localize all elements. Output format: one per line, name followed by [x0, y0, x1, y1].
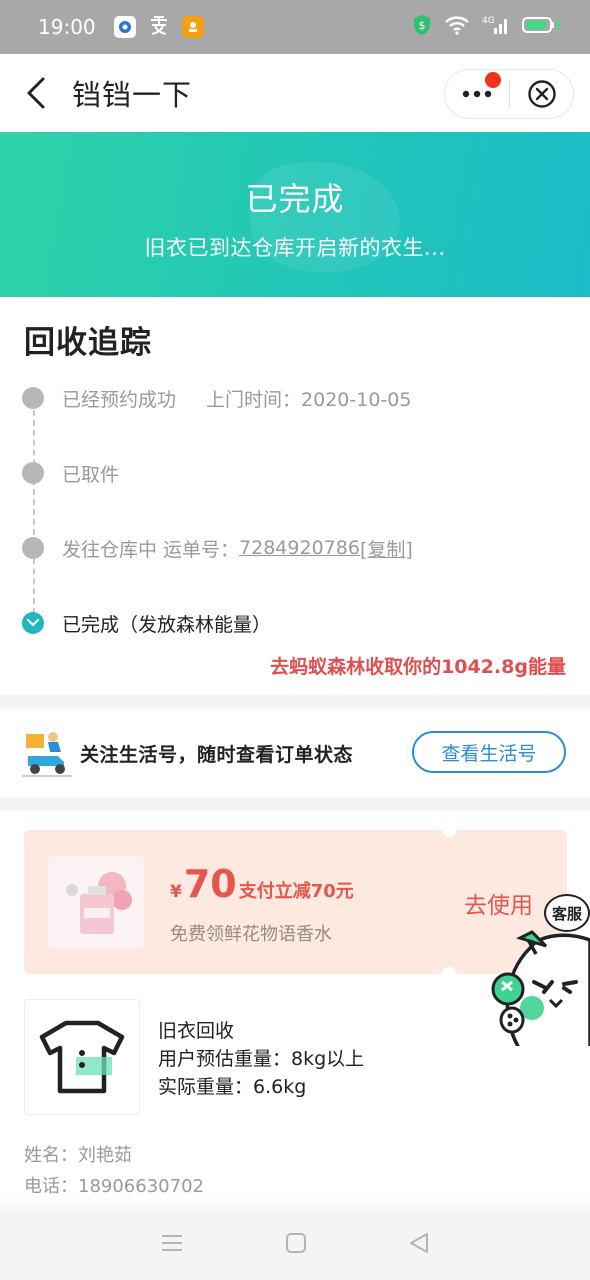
status-time: 19:00	[38, 15, 96, 39]
step-label: 已经预约成功	[62, 388, 177, 411]
title-bar: 铛铛一下	[0, 54, 590, 132]
view-life-account-button[interactable]: 查看生活号	[412, 731, 566, 773]
more-button[interactable]	[445, 70, 509, 118]
triangle-back-icon	[409, 1233, 428, 1253]
product-name: 旧衣回收	[158, 1020, 235, 1042]
coupon-notch	[442, 967, 456, 981]
customer-name: 姓名：刘艳茹	[24, 1145, 132, 1166]
actual-weight: 实际重量：6.6kg	[158, 1076, 307, 1098]
perfume-image	[48, 856, 144, 948]
forest-energy-link[interactable]: 去蚂蚁森林收取你的1042.8g能量	[270, 652, 566, 679]
coupon-notch	[442, 823, 456, 837]
step-label: 已取件	[62, 463, 120, 486]
waybill-number: 7284920786	[239, 537, 360, 559]
coupon-amount: 70	[183, 862, 237, 906]
coupon-card[interactable]: ¥ 70 支付立减70元 免费领鲜花物语香水 去使用	[24, 823, 567, 981]
svg-text:$: $	[419, 19, 426, 32]
clothes-image	[24, 999, 140, 1115]
timeline-step: 已取件	[22, 458, 119, 488]
taobao-notification-icon	[181, 16, 204, 38]
tracking-heading: 回收追踪	[24, 325, 152, 361]
menu-lines-icon	[162, 1235, 183, 1251]
cellular-signal-icon: 4G	[482, 14, 510, 40]
page-title: 铛铛一下	[72, 78, 193, 112]
system-navigation-bar	[0, 1210, 590, 1280]
back-button[interactable]	[6, 54, 66, 132]
shield-icon: $	[412, 13, 432, 41]
alipay-notification-icon	[148, 14, 170, 40]
status-banner: 已完成 旧衣已到达仓库开启新的衣生...	[0, 132, 590, 297]
more-dots-icon	[462, 90, 492, 98]
system-status-icons: $ 4G	[412, 13, 562, 41]
red-dot-badge	[485, 72, 501, 88]
coupon-subtitle: 免费领鲜花物语香水	[170, 924, 332, 945]
banner-subtitle: 旧衣已到达仓库开启新的衣生...	[144, 236, 446, 260]
square-icon	[285, 1233, 306, 1253]
chevron-left-icon	[27, 77, 45, 109]
currency-symbol: ¥	[170, 882, 182, 902]
step-dot-complete	[22, 612, 44, 634]
status-bar: 19:00 $ 4G	[0, 0, 590, 54]
banner-title: 已完成	[245, 180, 345, 218]
timeline-step: 已经预约成功 上门时间：2020-10-05	[22, 383, 411, 413]
step-dot	[22, 387, 44, 409]
estimated-weight: 用户预估重量：8kg以上	[158, 1048, 365, 1070]
app-notification-icon	[113, 16, 136, 38]
wifi-icon	[444, 15, 470, 39]
tshirt-icon	[39, 1020, 125, 1094]
close-circle-icon	[527, 80, 556, 108]
svg-text:4G: 4G	[482, 16, 495, 26]
mini-program-capsule	[444, 69, 574, 119]
visit-time: 上门时间：2020-10-05	[206, 388, 412, 411]
delivery-scooter-icon	[22, 732, 72, 777]
coupon-description: 支付立减70元	[238, 881, 354, 902]
follow-text: 关注生活号，随时查看订单状态	[80, 743, 354, 766]
customer-phone: 电话：18906630702	[24, 1176, 204, 1197]
step-label: 已完成（发放森林能量）	[62, 613, 272, 636]
step-label: 发往仓库中 运单号：	[62, 538, 240, 561]
system-back-button[interactable]	[408, 1231, 430, 1259]
close-button[interactable]	[510, 70, 573, 118]
step-dot	[22, 537, 44, 559]
step-dot	[22, 462, 44, 484]
notification-icons	[113, 14, 204, 40]
home-button[interactable]	[285, 1232, 307, 1258]
timeline-line	[33, 400, 35, 624]
battery-icon	[522, 15, 562, 39]
follow-card: 关注生活号，随时查看订单状态 查看生活号	[0, 709, 590, 797]
coupon-amount-row: ¥ 70 支付立减70元	[170, 864, 354, 904]
timeline-step-current: 已完成（发放森林能量）	[22, 608, 271, 638]
customer-service-label[interactable]: 客服	[544, 894, 590, 932]
menu-button[interactable]	[160, 1233, 184, 1257]
timeline-step: 发往仓库中 运单号： 7284920786 [复制]	[22, 533, 413, 563]
copy-link[interactable]: [复制]	[360, 535, 413, 562]
chevron-down-icon	[27, 619, 39, 627]
